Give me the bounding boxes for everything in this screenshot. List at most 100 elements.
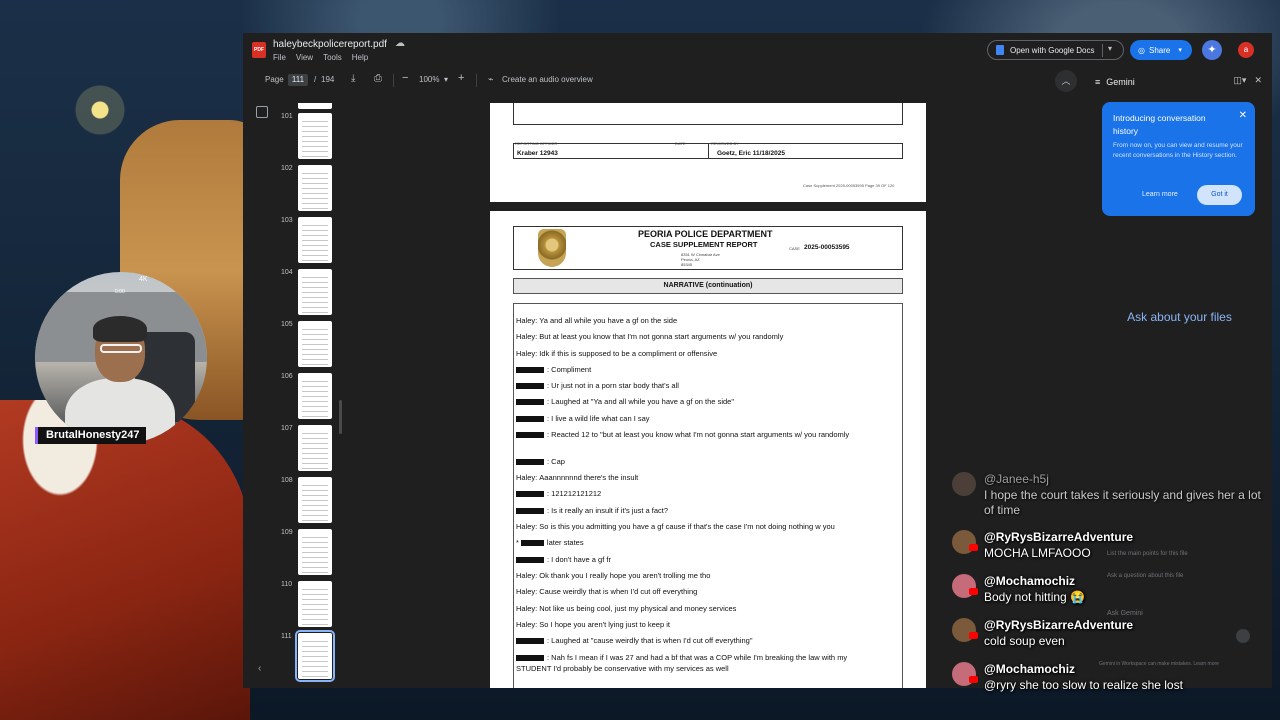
police-badge-logo: [538, 229, 566, 267]
zoom-level[interactable]: 100%: [419, 75, 439, 84]
panel-layout-icon[interactable]: ◫▾: [1233, 75, 1246, 86]
narrative-line: Haley: Aaannnnnnd there's the insult: [516, 473, 638, 482]
narrative-line: : Laughed at "Ya and all while you have …: [516, 397, 734, 406]
thumbnail-page-number: 102: [281, 165, 293, 172]
chevron-down-icon[interactable]: ▾: [1108, 44, 1112, 53]
got-it-button[interactable]: Got it: [1197, 185, 1242, 205]
avatar: [952, 472, 976, 496]
ask-about-files-heading: Ask about your files: [1127, 310, 1232, 324]
narrative-line: : Ur just not in a porn star body that's…: [516, 381, 679, 390]
menu-help[interactable]: Help: [352, 53, 368, 62]
pdf-page-area: REPORTING OFFICER DATE REVIEWED BY Krabe…: [343, 103, 1087, 688]
thumbnail-image[interactable]: [298, 321, 332, 367]
thumbnail-image[interactable]: [298, 113, 332, 159]
pdf-file-icon: PDF: [252, 42, 266, 58]
thumbnail-image[interactable]: [298, 477, 332, 523]
redaction-bar: [516, 459, 544, 466]
narrative-line: Haley: But at least you know that I'm not…: [516, 332, 783, 341]
speaker-label: Haley:: [516, 604, 538, 613]
share-button[interactable]: ◎ Share ▾: [1130, 40, 1192, 60]
zoom-out-icon[interactable]: −: [402, 72, 408, 84]
line-text: : 121212121212: [547, 489, 602, 498]
thumbnail-image[interactable]: [298, 103, 332, 109]
thumbnail-page[interactable]: 105: [243, 321, 343, 373]
thumbnail-page-number: 108: [281, 477, 293, 484]
print-icon[interactable]: ⎙: [374, 73, 382, 84]
narrative-line: : Nah fs I mean if I was 27 and had a bf…: [516, 653, 847, 662]
speaker-label: Haley:: [516, 349, 538, 358]
page-number-input[interactable]: 111: [288, 74, 308, 86]
close-icon[interactable]: ✕: [1239, 110, 1247, 121]
line-text: But at least you know that I'm not gonna…: [539, 332, 784, 341]
youtube-icon: [969, 632, 978, 639]
thumbnail-image[interactable]: [295, 630, 335, 682]
thumbnail-page[interactable]: 106: [243, 373, 343, 425]
gemini-prompt-input[interactable]: Ask Gemini: [1107, 610, 1143, 617]
download-icon[interactable]: ⤓: [351, 73, 355, 84]
narrative-line: * later states: [516, 538, 584, 547]
thumbnail-image[interactable]: [298, 529, 332, 575]
redaction-bar: [516, 432, 544, 439]
gemini-disclaimer: Gemini in Workspace can make mistakes. L…: [1099, 661, 1219, 667]
line-text: : Compliment: [547, 365, 592, 374]
thumbnail-page[interactable]: 103: [243, 217, 343, 269]
narrative-line: Haley: Ok thank you I really hope you are…: [516, 571, 710, 580]
chevron-down-icon[interactable]: ▾: [444, 75, 448, 84]
close-icon[interactable]: ✕: [1254, 75, 1262, 86]
thumbnail-page[interactable]: 104: [243, 269, 343, 321]
speaker-label: Haley:: [516, 571, 538, 580]
thumbnail-image[interactable]: [298, 581, 332, 627]
toolbar-divider: [393, 74, 394, 87]
menu-view[interactable]: View: [296, 53, 313, 62]
title-bar: PDF haleybeckpolicereport.pdf ☁ File Vie…: [243, 33, 1272, 69]
open-with-google-docs-button[interactable]: Open with Google Docs ▾: [987, 40, 1124, 60]
create-audio-overview-button[interactable]: Create an audio overview: [502, 75, 593, 84]
form-box: [513, 103, 903, 125]
narrative-line: : I don't have a gf fr: [516, 555, 611, 564]
youtube-icon: [969, 676, 978, 683]
speaker-label: Haley:: [516, 522, 538, 531]
narrative-line: : Is it really an insult if it's just a …: [516, 506, 668, 515]
thumbnail-image[interactable]: [298, 269, 332, 315]
gemini-sparkle-icon[interactable]: ✦: [1202, 40, 1222, 60]
thumbnail-image[interactable]: [298, 217, 332, 263]
document-title[interactable]: haleybeckpolicereport.pdf: [273, 39, 387, 50]
thumbnail-page[interactable]: 109: [243, 529, 343, 581]
redaction-bar: [516, 508, 544, 515]
account-avatar[interactable]: a: [1238, 42, 1254, 58]
menu-icon[interactable]: ≡: [1095, 77, 1100, 87]
thumbnail-image[interactable]: [298, 373, 332, 419]
line-text: : I live a wild life what can I say: [547, 414, 650, 423]
narrative-line: : Reacted 12 to "but at least you know w…: [516, 430, 849, 439]
line-text: So I hope you aren't lying just to keep …: [539, 620, 670, 629]
background-figure-coat: [0, 400, 250, 720]
thumbnail-page[interactable]: 110: [243, 581, 343, 633]
thumbnail-page[interactable]: 111: [243, 630, 343, 685]
learn-more-link[interactable]: Learn more: [1142, 191, 1178, 198]
chat-text: @ryry she too slow to realize she lost: [984, 678, 1183, 692]
webcam-overlay: [35, 272, 207, 444]
chevron-up-icon[interactable]: ︿: [1055, 70, 1077, 92]
thumbnail-image[interactable]: [298, 425, 332, 471]
thumbnail-page[interactable]: 108: [243, 477, 343, 529]
redaction-bar: [520, 540, 544, 547]
line-text: : Laughed at "cause weirdly that is when…: [547, 636, 753, 645]
suggestion-chip[interactable]: Ask a question about this file: [1107, 573, 1183, 579]
menu-file[interactable]: File: [273, 53, 286, 62]
line-text: So is this you admitting you have a gf c…: [539, 522, 835, 531]
thumbnail-page[interactable]: 102: [243, 165, 343, 217]
thumbnail-page-number: 107: [281, 425, 293, 432]
zoom-in-icon[interactable]: +: [458, 72, 464, 84]
chat-username: @Janee-h5j: [984, 472, 1049, 486]
thumbnail-page[interactable]: 107: [243, 425, 343, 477]
speaker-label: Haley:: [516, 620, 538, 629]
chevron-down-icon[interactable]: ▾: [1178, 46, 1182, 54]
toolbar-divider: [476, 74, 477, 87]
thumbnail-image[interactable]: [298, 165, 332, 211]
menu-tools[interactable]: Tools: [323, 53, 342, 62]
thumbnail-panel: ‹ 101 102 103 104 105 106 107 108 109 110 111: [243, 103, 343, 688]
line-text: Aaannnnnnd there's the insult: [539, 473, 639, 482]
thumbnail-page[interactable]: 101: [243, 113, 343, 165]
narrative-line: STUDENT I'd probably be conservative wit…: [516, 664, 729, 673]
redaction-bar: [516, 491, 544, 498]
